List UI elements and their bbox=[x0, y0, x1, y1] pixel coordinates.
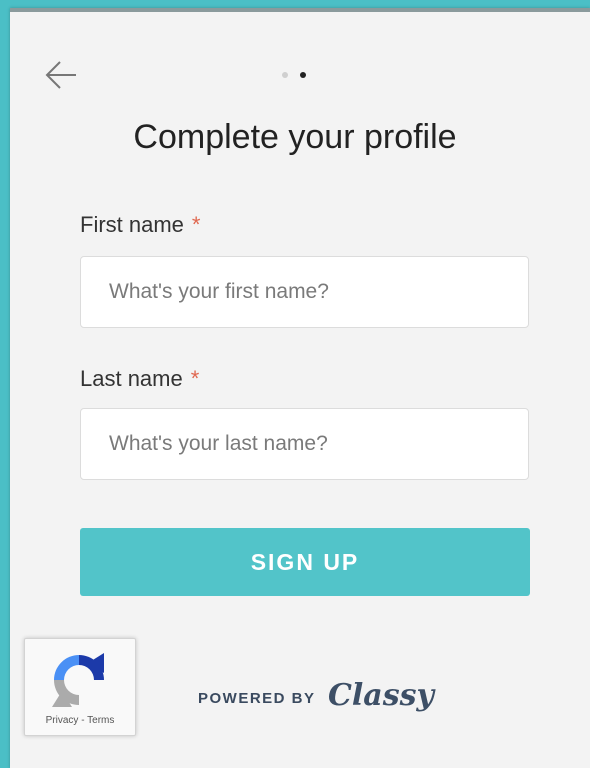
back-button[interactable] bbox=[42, 56, 80, 94]
recaptcha-links[interactable]: Privacy - Terms bbox=[25, 715, 135, 726]
last-name-input[interactable] bbox=[80, 408, 529, 480]
required-mark: * bbox=[190, 366, 200, 391]
page-title: Complete your profile bbox=[133, 118, 457, 156]
sign-up-button[interactable]: SIGN UP bbox=[80, 528, 530, 596]
powered-by-label: POWERED BY bbox=[198, 690, 316, 707]
step-dot-2 bbox=[300, 72, 306, 78]
first-name-label-text: First name bbox=[80, 212, 184, 237]
step-dot-1 bbox=[282, 72, 288, 78]
recaptcha-badge[interactable]: Privacy - Terms bbox=[24, 638, 136, 736]
last-name-label-text: Last name bbox=[80, 366, 183, 391]
required-mark: * bbox=[191, 212, 201, 237]
last-name-label: Last name * bbox=[80, 366, 199, 392]
first-name-input[interactable] bbox=[80, 256, 529, 328]
recaptcha-icon bbox=[52, 653, 104, 707]
arrow-left-icon bbox=[45, 61, 76, 89]
first-name-label: First name * bbox=[80, 212, 200, 238]
top-divider bbox=[10, 8, 590, 12]
classy-logo: Classy bbox=[328, 678, 434, 713]
